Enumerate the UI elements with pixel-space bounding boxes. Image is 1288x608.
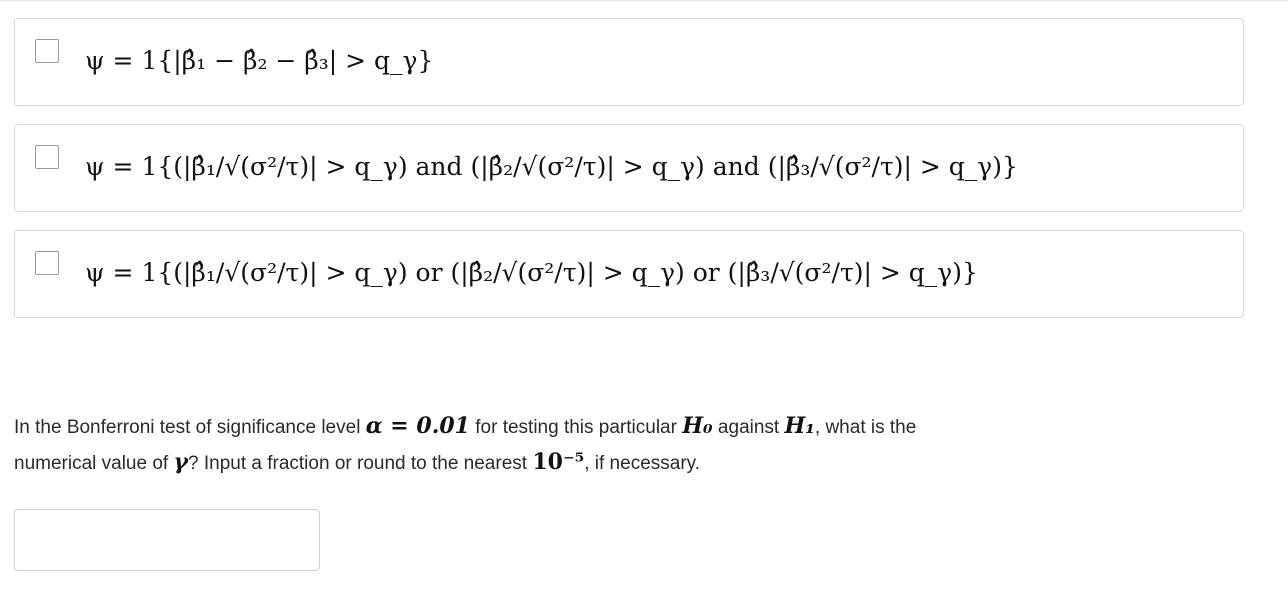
option-3[interactable]: ψ = 1{(|β̂₁/√(σ²/τ)| > q_γ) or (|β̂₂/√(σ… — [14, 230, 1244, 318]
rounding-precision: 10⁻⁵ — [532, 449, 585, 475]
option-1-checkbox[interactable] — [35, 39, 59, 63]
question-part: In the Bonferroni test of significance l… — [14, 417, 366, 438]
question-text: In the Bonferroni test of significance l… — [14, 409, 1214, 481]
answer-input[interactable] — [15, 510, 319, 570]
option-1[interactable]: ψ = 1{|β̂₁ − β̂₂ − β̂₃| > q_γ} — [14, 18, 1244, 106]
option-2-formula: ψ = 1{(|β̂₁/√(σ²/τ)| > q_γ) and (|β̂₂/√(… — [85, 152, 1018, 181]
h0-symbol: H₀ — [682, 413, 713, 439]
option-3-formula: ψ = 1{(|β̂₁/√(σ²/τ)| > q_γ) or (|β̂₂/√(σ… — [85, 258, 978, 287]
option-3-checkbox[interactable] — [35, 251, 59, 275]
gamma-symbol: γ — [173, 449, 188, 475]
option-2[interactable]: ψ = 1{(|β̂₁/√(σ²/τ)| > q_γ) and (|β̂₂/√(… — [14, 124, 1244, 212]
top-divider — [0, 0, 1288, 1]
question-part: , what is the — [814, 417, 917, 438]
h1-symbol: H₁ — [784, 413, 815, 439]
alpha-expression: α = 0.01 — [365, 413, 470, 439]
option-2-checkbox[interactable] — [35, 145, 59, 169]
answer-box[interactable] — [14, 509, 320, 571]
question-part: , if necessary. — [584, 453, 701, 474]
question-part: numerical value of — [14, 453, 174, 474]
question-part: for testing this particular — [469, 417, 683, 438]
question-part: ? Input a fraction or round to the neare… — [188, 453, 533, 474]
option-1-formula: ψ = 1{|β̂₁ − β̂₂ − β̂₃| > q_γ} — [85, 46, 434, 75]
question-part: against — [712, 417, 785, 438]
